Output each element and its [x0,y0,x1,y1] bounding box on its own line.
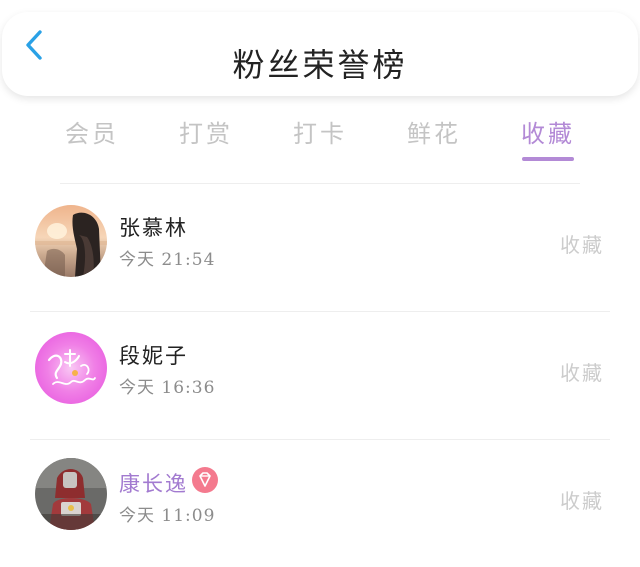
fan-time: 今天 11:09 [119,506,216,526]
action-label: 收藏 [560,233,604,257]
fan-name: 康长逸 [119,472,188,496]
divider [60,183,580,184]
tab-reward[interactable]: 打赏 [178,114,234,164]
fan-name: 段妮子 [119,344,188,368]
action-label: 收藏 [560,489,604,513]
fan-time: 今天 21:54 [119,250,216,270]
action-label: 收藏 [560,361,604,385]
fan-time: 今天 16:36 [119,378,216,398]
tab-membership[interactable]: 会员 [64,114,120,164]
divider [30,311,610,312]
diamond-icon [192,467,218,493]
fan-name: 张慕林 [119,216,188,240]
tab-flowers[interactable]: 鲜花 [406,114,462,164]
avatar[interactable] [35,332,107,404]
page-title: 粉丝荣誉榜 [232,46,408,84]
list-item[interactable]: 康长逸 今天 11:09 收藏 [0,441,640,567]
avatar[interactable] [35,458,107,530]
list-item[interactable]: 张慕林 今天 21:54 收藏 [0,185,640,311]
active-tab-indicator [522,157,574,161]
list-item[interactable]: 段妮子 今天 16:36 收藏 [0,313,640,439]
avatar[interactable] [35,205,107,277]
tab-checkin[interactable]: 打卡 [292,114,348,164]
divider [30,439,610,440]
